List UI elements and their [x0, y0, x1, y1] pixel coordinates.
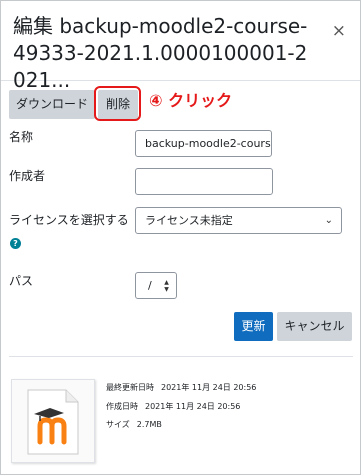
help-icon[interactable]: ? — [10, 238, 21, 249]
author-input[interactable] — [135, 168, 273, 195]
author-label: 作成者 — [9, 169, 46, 183]
modified-value: 2021年 11月 24日 20:56 — [161, 383, 257, 392]
update-button[interactable]: 更新 — [234, 312, 273, 341]
annotation-click-label: ④ クリック — [149, 91, 233, 110]
path-select[interactable]: / ▲▼ — [135, 272, 177, 299]
updown-arrow-icon: ▲▼ — [163, 279, 170, 293]
license-select[interactable]: ライセンス未指定 ⌄ — [135, 207, 342, 234]
size-label: サイズ — [106, 420, 130, 429]
modified-label: 最終更新日時 — [106, 383, 154, 392]
created-row: 作成日時 2021年 11月 24日 20:56 — [106, 402, 240, 412]
created-value: 2021年 11月 24日 20:56 — [145, 402, 241, 411]
license-select-value: ライセンス未指定 — [145, 214, 233, 227]
license-label: ライセンスを選択する — [9, 213, 129, 227]
download-button[interactable]: ダウンロード — [9, 90, 95, 119]
path-select-value: / — [148, 279, 152, 292]
size-value: 2.7MB — [136, 420, 162, 429]
moodle-backup-icon — [27, 389, 79, 455]
size-row: サイズ 2.7MB — [106, 420, 162, 430]
name-input[interactable]: backup-moodle2-cours — [135, 130, 272, 157]
chevron-down-icon: ⌄ — [324, 215, 333, 226]
close-icon[interactable]: × — [332, 23, 346, 40]
modified-row: 最終更新日時 2021年 11月 24日 20:56 — [106, 383, 256, 393]
annotation-highlight-box — [94, 86, 141, 121]
file-thumbnail[interactable] — [11, 379, 95, 463]
file-edit-dialog: 編集 backup-moodle2-course-49333-2021.1.00… — [0, 0, 361, 475]
created-label: 作成日時 — [106, 402, 138, 411]
dialog-title: 編集 backup-moodle2-course-49333-2021.1.00… — [13, 14, 308, 92]
cancel-button[interactable]: キャンセル — [277, 312, 352, 341]
path-label: パス — [9, 274, 34, 288]
dialog-header: 編集 backup-moodle2-course-49333-2021.1.00… — [1, 1, 360, 92]
name-label: 名称 — [9, 130, 34, 144]
divider — [9, 356, 353, 357]
